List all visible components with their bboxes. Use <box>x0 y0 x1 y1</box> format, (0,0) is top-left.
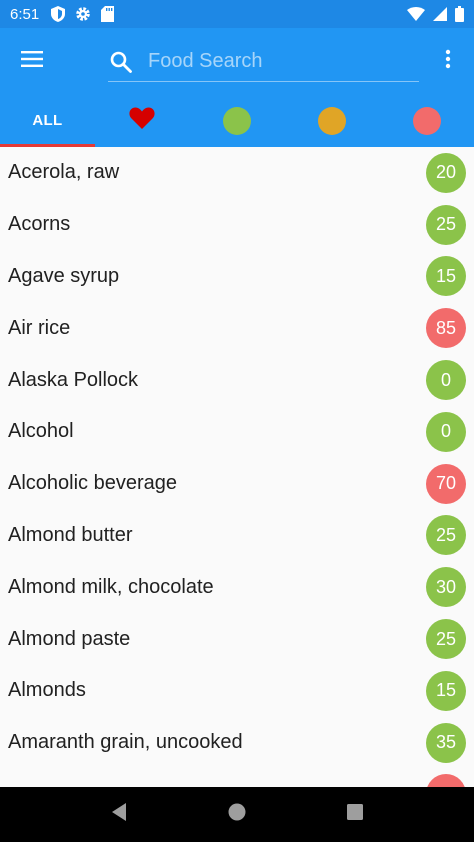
list-item[interactable]: Amaranth grain, uncooked 35 <box>0 717 474 769</box>
status-time: 6:51 <box>10 5 40 23</box>
home-button[interactable] <box>213 791 261 839</box>
shield-icon <box>51 6 66 22</box>
gi-badge: 15 <box>426 256 466 297</box>
hamburger-menu-icon <box>21 50 43 72</box>
tab-favorites[interactable] <box>95 94 190 147</box>
app-screen: 6:51 Food Search ALL Acerola, raw 20 Aco… <box>0 0 474 842</box>
recents-icon <box>346 803 364 826</box>
tab-green[interactable] <box>190 94 285 147</box>
list-item[interactable]: Acorns 25 <box>0 199 474 251</box>
food-name: Amaranth grain, uncooked <box>8 731 243 754</box>
red-dot-icon <box>412 106 441 135</box>
list-item[interactable]: Almond milk, chocolate 30 <box>0 561 474 613</box>
food-name: Agave syrup <box>8 264 120 287</box>
tab-all-label: ALL <box>32 112 63 129</box>
tab-all[interactable]: ALL <box>0 94 95 147</box>
food-name: Air rice <box>8 316 71 339</box>
gi-badge: 25 <box>426 619 466 660</box>
more-vert-icon <box>445 49 451 74</box>
food-name: Almond milk, chocolate <box>8 575 214 598</box>
gi-badge: 30 <box>426 567 466 608</box>
filter-tabs: ALL <box>0 94 474 147</box>
gi-badge: 0 <box>426 411 466 452</box>
yellow-dot-icon <box>317 106 346 135</box>
green-dot-icon <box>222 106 251 135</box>
gi-badge: 25 <box>426 515 466 556</box>
food-list: Acerola, raw 20 Acorns 25 Agave syrup 15… <box>0 147 474 787</box>
list-item[interactable]: Almond paste 25 <box>0 613 474 665</box>
menu-button[interactable] <box>0 28 64 94</box>
heart-icon <box>129 107 155 134</box>
signal-icon <box>433 7 447 21</box>
list-item[interactable]: Agave syrup 15 <box>0 251 474 303</box>
gear-icon <box>75 6 91 22</box>
search-bar <box>108 42 419 82</box>
gi-badge: 20 <box>426 152 466 193</box>
food-name: Alaska Pollock <box>8 368 139 391</box>
home-icon <box>227 802 247 827</box>
list-item[interactable]: Alcoholic beverage 70 <box>0 458 474 510</box>
gi-badge: 85 <box>426 308 466 349</box>
recents-button[interactable] <box>331 791 379 839</box>
food-name: Almond butter <box>8 523 133 546</box>
search-input[interactable] <box>148 50 419 73</box>
food-name: Almonds <box>8 679 86 702</box>
tab-red[interactable] <box>379 94 474 147</box>
food-name: Alcohol <box>8 420 74 443</box>
wifi-icon <box>407 7 425 21</box>
gi-badge: 15 <box>426 670 466 711</box>
food-name: Almond paste <box>8 627 131 650</box>
status-bar: 6:51 <box>0 0 474 28</box>
overflow-menu-button[interactable] <box>436 49 460 73</box>
system-nav-bar <box>0 787 474 842</box>
list-item[interactable]: Alaska Pollock 0 <box>0 354 474 406</box>
gi-badge: 0 <box>426 360 466 401</box>
list-item[interactable]: Almonds 15 <box>0 665 474 717</box>
food-name: Acorns <box>8 213 71 236</box>
gi-badge: 70 <box>426 463 466 504</box>
search-icon[interactable] <box>108 49 134 75</box>
sd-card-icon <box>101 6 115 22</box>
list-item[interactable]: Acerola, raw 20 <box>0 147 474 199</box>
list-item[interactable]: Air rice 85 <box>0 302 474 354</box>
list-item[interactable] <box>0 769 474 787</box>
list-item[interactable]: Alcohol 0 <box>0 406 474 458</box>
battery-icon <box>455 6 464 22</box>
food-name: Acerola, raw <box>8 161 120 184</box>
back-icon <box>110 802 128 827</box>
gi-badge <box>426 774 466 787</box>
gi-badge: 25 <box>426 204 466 245</box>
back-button[interactable] <box>95 791 143 839</box>
app-bar <box>0 28 474 94</box>
tab-yellow[interactable] <box>284 94 379 147</box>
gi-badge: 35 <box>426 722 466 763</box>
list-item[interactable]: Almond butter 25 <box>0 510 474 562</box>
food-name: Alcoholic beverage <box>8 472 177 495</box>
